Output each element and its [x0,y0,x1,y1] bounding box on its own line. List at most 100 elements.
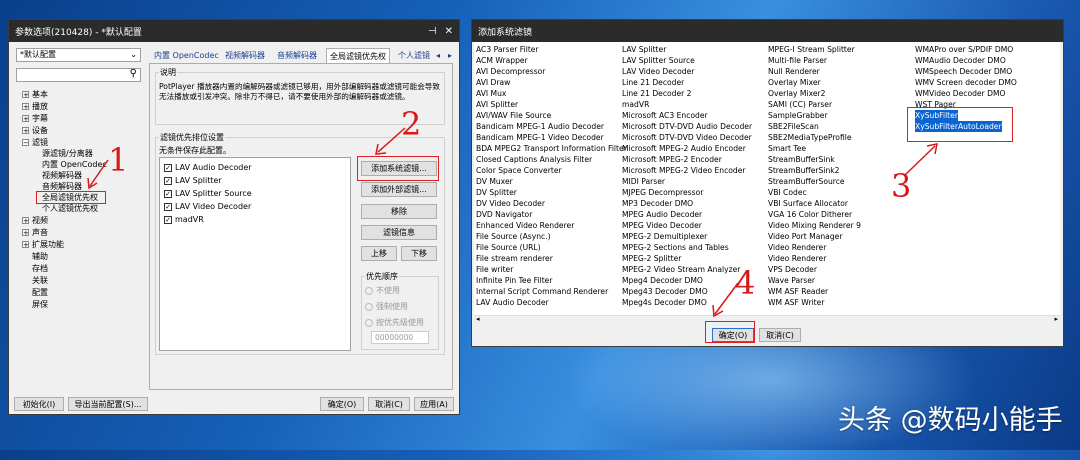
ok-button[interactable]: 确定(O) [320,397,364,411]
profile-select[interactable]: *默认配置 ⌄ [16,48,141,62]
filter-list-item[interactable]: SBE2FileScan [768,121,861,132]
expand-icon[interactable]: + [22,217,29,225]
remove-button[interactable]: 移除 [361,204,437,219]
search-icon[interactable]: ⚲ [130,68,137,79]
apply-button[interactable]: 应用(A) [414,397,454,411]
checkbox-checked-icon[interactable]: ✓ [164,176,172,185]
checkbox-checked-icon[interactable]: ✓ [164,163,172,172]
list-item[interactable]: ✓ LAV Video Decoder [164,202,251,211]
tree-item[interactable]: − 滤镜 [22,138,48,148]
scroll-left-icon[interactable]: ◂ [476,315,480,323]
filter-list-item[interactable]: Microsoft AC3 Encoder [622,110,752,121]
tree-item[interactable]: + 字幕 [22,114,48,124]
filter-list-item[interactable]: SampleGrabber [768,110,861,121]
radio-icon[interactable] [365,318,373,327]
filter-list-item[interactable]: MPEG-2 Video Stream Analyzer [622,264,752,275]
tree-item[interactable]: 关联 [32,276,48,286]
filter-list-item[interactable]: Microsoft MPEG-2 Encoder [622,154,752,165]
list-item[interactable]: ✓ LAV Splitter Source [164,189,252,198]
tree-item[interactable]: 辅助 [32,252,48,262]
filter-list-item[interactable]: Video Port Manager [768,231,861,242]
filter-list-item[interactable]: MJPEG Decompressor [622,187,752,198]
filter-list-item[interactable]: Mpeg43 Decoder DMO [622,286,752,297]
filter-list-item[interactable]: AVI Mux [476,88,627,99]
export-config-button[interactable]: 导出当前配置(S)... [68,397,148,411]
filter-list-item[interactable]: AVI Decompressor [476,66,627,77]
tab-global-priority[interactable]: 全局滤镜优先权 [326,48,390,64]
filter-list-item[interactable]: Infinite Pin Tee Filter [476,275,627,286]
filter-list-item[interactable]: AVI Splitter [476,99,627,110]
filter-list-item[interactable]: Video Mixing Renderer 9 [768,220,861,231]
filter-list-item[interactable]: Color Space Converter [476,165,627,176]
filter-list-item[interactable]: Microsoft MPEG-2 Audio Encoder [622,143,752,154]
tree-item[interactable]: 存档 [32,264,48,274]
tree-item[interactable]: + 视频 [22,216,48,226]
filter-list-item[interactable]: File Source (Async.) [476,231,627,242]
filter-list-item[interactable]: WMAPro over S/PDIF DMO [915,44,1017,55]
filter-list-item[interactable]: WM ASF Writer [768,297,861,308]
checkbox-checked-icon[interactable]: ✓ [164,202,172,211]
tree-item[interactable]: 个人滤镜优先权 [42,204,98,214]
tree-item[interactable]: + 设备 [22,126,48,136]
filter-list-item[interactable]: DVD Navigator [476,209,627,220]
tree-item[interactable]: 内置 OpenCodec [42,160,107,170]
filter-list-item[interactable]: ACM Wrapper [476,55,627,66]
filter-list-item[interactable]: MPEG Audio Decoder [622,209,752,220]
filter-list-item[interactable]: Wave Parser [768,275,861,286]
filter-list-item[interactable]: MPEG-2 Splitter [622,253,752,264]
filter-list-item[interactable]: WMAudio Decoder DMO [915,55,1017,66]
filter-list-item[interactable]: VBI Surface Allocator [768,198,861,209]
list-item[interactable]: ✓ LAV Splitter [164,176,222,185]
filter-list-item[interactable]: SBE2MediaTypeProfile [768,132,861,143]
move-up-button[interactable]: 上移 [361,246,397,261]
filter-list-item[interactable]: MPEG-2 Sections and Tables [622,242,752,253]
tab-audio-decoder[interactable]: 音频解码器 [274,48,320,63]
tree-item[interactable]: + 基本 [22,90,48,100]
radio-icon[interactable] [365,302,373,311]
filter-list-item[interactable]: File Source (URL) [476,242,627,253]
initialize-button[interactable]: 初始化(I) [14,397,64,411]
filter-list-item[interactable]: LAV Video Decoder [622,66,752,77]
filter-list-item[interactable]: File writer [476,264,627,275]
filter-list-item[interactable]: StreamBufferSink2 [768,165,861,176]
tab-scroll-left-icon[interactable]: ◂ [433,48,443,63]
tree-item[interactable]: + 扩展功能 [22,240,64,250]
filter-list-item[interactable]: AC3 Parser Filter [476,44,627,55]
filter-list-item[interactable]: Line 21 Decoder 2 [622,88,752,99]
filter-list-item[interactable]: Video Renderer [768,242,861,253]
filter-list-item[interactable]: LAV Splitter Source [622,55,752,66]
filter-list-item[interactable]: madVR [622,99,752,110]
filter-list-item[interactable]: File stream renderer [476,253,627,264]
filter-list-item[interactable]: VPS Decoder [768,264,861,275]
filter-list-item[interactable]: MP3 Decoder DMO [622,198,752,209]
filter-list-item[interactable]: SAMI (CC) Parser [768,99,861,110]
tree-item[interactable]: + 声音 [22,228,48,238]
filter-list-item[interactable]: Multi-file Parser [768,55,861,66]
filter-list-item[interactable]: Closed Captions Analysis Filter [476,154,627,165]
filter-list-item[interactable]: BDA MPEG2 Transport Information Filter [476,143,627,154]
tab-video-decoder[interactable]: 视频解码器 [222,48,268,63]
tree-item[interactable]: 源滤镜/分离器 [42,149,93,159]
filter-list-item[interactable]: WMV Screen decoder DMO [915,77,1017,88]
filter-list-item[interactable]: Microsoft MPEG-2 Video Encoder [622,165,752,176]
pin-icon[interactable]: ⊣ [428,26,437,37]
priority-option[interactable]: 强制使用 [365,301,408,312]
tab-opencodec[interactable]: 内置 OpenCodec [151,48,222,63]
search-input[interactable]: ⚲ [16,68,141,82]
system-filter-list[interactable]: AC3 Parser Filter ACM Wrapper AVI Decompre… [474,42,1060,325]
priority-option[interactable]: 不使用 [365,285,400,296]
filter-list-item[interactable]: WMVideo Decoder DMO [915,88,1017,99]
filter-list-item[interactable]: Line 21 Decoder [622,77,752,88]
filter-list-item[interactable]: Overlay Mixer [768,77,861,88]
checkbox-checked-icon[interactable]: ✓ [164,189,172,198]
filter-list-item[interactable]: DV Splitter [476,187,627,198]
scroll-right-icon[interactable]: ▸ [1054,315,1058,323]
filter-list-item[interactable]: WM ASF Reader [768,286,861,297]
list-item[interactable]: ✓ LAV Audio Decoder [164,163,252,172]
filter-list-item[interactable]: Overlay Mixer2 [768,88,861,99]
filter-info-button[interactable]: 滤镜信息 [361,225,437,240]
filter-list-item[interactable]: Mpeg4s Decoder DMO [622,297,752,308]
checkbox-checked-icon[interactable]: ✓ [164,215,172,224]
tree-item[interactable]: 配置 [32,288,48,298]
radio-icon[interactable] [365,286,373,295]
